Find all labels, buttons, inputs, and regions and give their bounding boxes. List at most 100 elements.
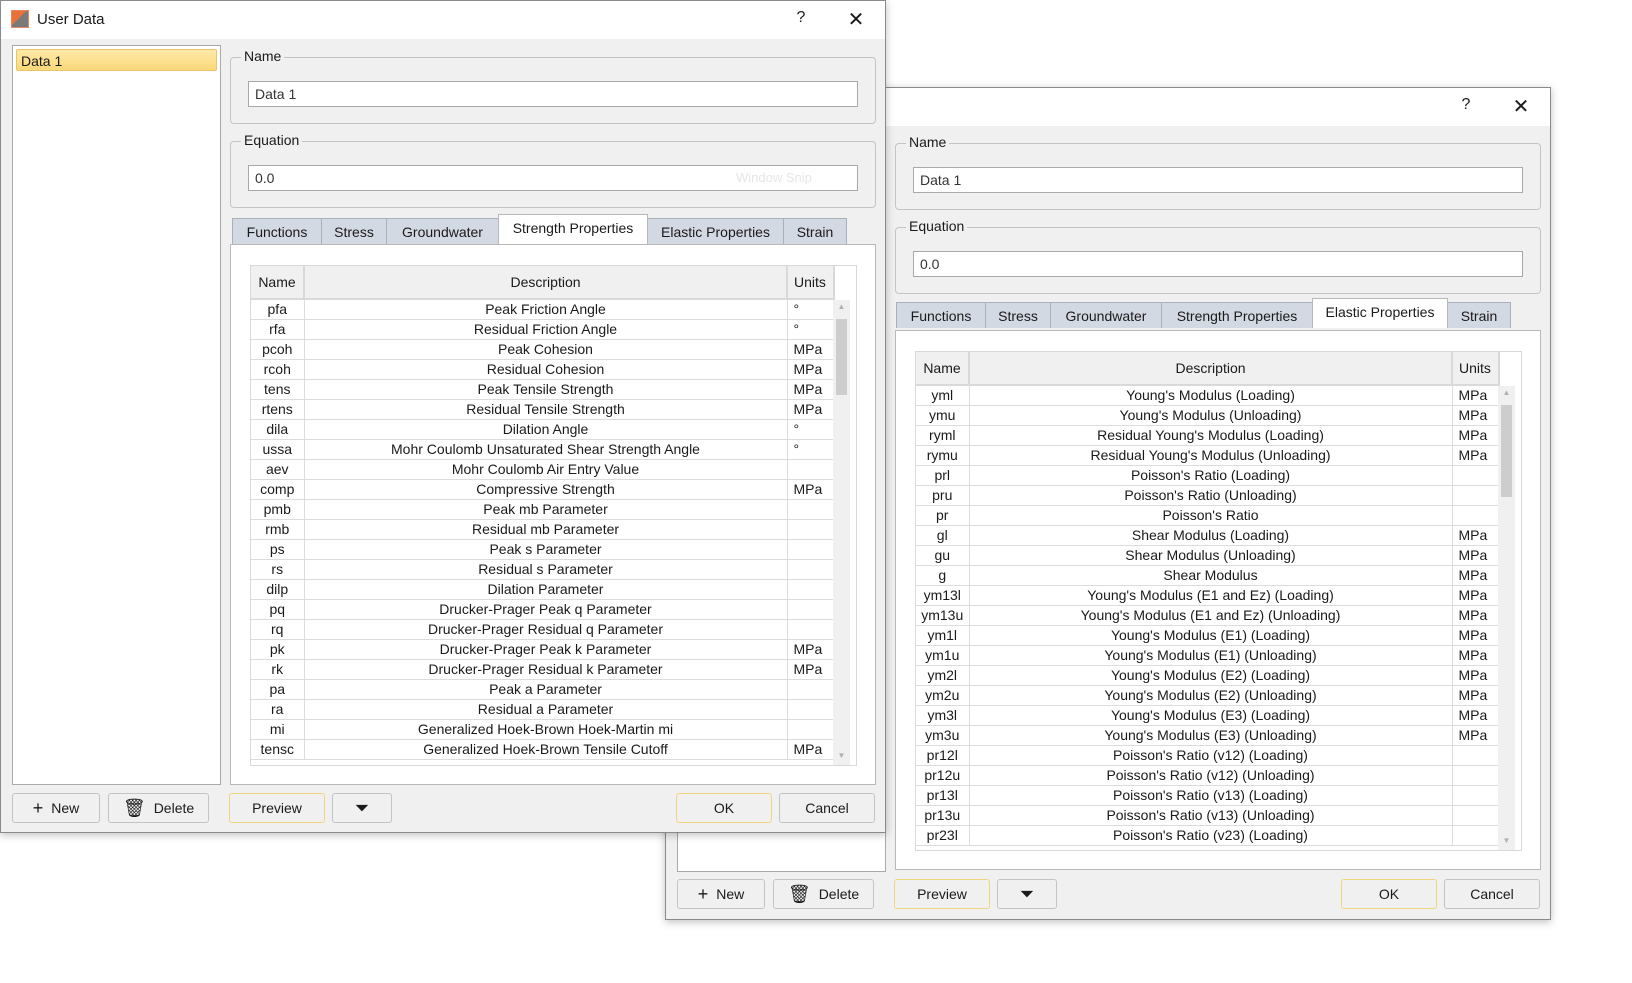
- table-row[interactable]: rfa Residual Friction Angle °: [251, 319, 835, 340]
- table-row[interactable]: rcoh Residual Cohesion MPa: [251, 359, 835, 380]
- table-row[interactable]: pr12u Poisson's Ratio (v12) (Unloading): [916, 765, 1500, 786]
- table-row[interactable]: ym3u Young's Modulus (E3) (Unloading) MPa: [916, 725, 1500, 746]
- vertical-scrollbar[interactable]: ▲ ▼: [833, 300, 850, 765]
- close-button[interactable]: ✕: [1507, 94, 1535, 119]
- table-row[interactable]: ym1l Young's Modulus (E1) (Loading) MPa: [916, 625, 1500, 646]
- delete-button[interactable]: 🗑 Delete: [773, 879, 874, 909]
- scroll-down-arrow-icon[interactable]: ▼: [1498, 836, 1515, 850]
- tab-functions[interactable]: Functions: [232, 218, 322, 244]
- table-row[interactable]: ps Peak s Parameter: [251, 539, 835, 560]
- preview-button[interactable]: Preview: [894, 879, 990, 909]
- table-row[interactable]: gl Shear Modulus (Loading) MPa: [916, 525, 1500, 546]
- column-header-description[interactable]: Description: [969, 352, 1453, 386]
- vertical-scrollbar[interactable]: ▲ ▼: [1498, 386, 1515, 850]
- filter-button[interactable]: ⏷: [997, 879, 1057, 909]
- tab-groundwater[interactable]: Groundwater: [386, 218, 499, 244]
- scroll-thumb[interactable]: [1501, 405, 1512, 497]
- cell-description: Drucker-Prager Residual k Parameter: [304, 659, 788, 680]
- close-button[interactable]: ✕: [842, 7, 870, 32]
- scroll-thumb[interactable]: [836, 319, 847, 395]
- ok-button[interactable]: OK: [676, 793, 772, 823]
- column-header-units[interactable]: Units: [1452, 352, 1500, 386]
- table-row[interactable]: dilp Dilation Parameter: [251, 579, 835, 600]
- table-row[interactable]: g Shear Modulus MPa: [916, 565, 1500, 586]
- table-row[interactable]: rmb Residual mb Parameter: [251, 519, 835, 540]
- table-row[interactable]: ra Residual a Parameter: [251, 699, 835, 720]
- table-row[interactable]: rq Drucker-Prager Residual q Parameter: [251, 619, 835, 640]
- table-row[interactable]: yml Young's Modulus (Loading) MPa: [916, 385, 1500, 406]
- table-row[interactable]: rk Drucker-Prager Residual k Parameter MPa: [251, 659, 835, 680]
- table-row[interactable]: ussa Mohr Coulomb Unsaturated Shear Stren…: [251, 439, 835, 460]
- table-row[interactable]: gu Shear Modulus (Unloading) MPa: [916, 545, 1500, 566]
- tab-elastic-properties[interactable]: Elastic Properties: [1312, 298, 1448, 328]
- scroll-down-arrow-icon[interactable]: ▼: [833, 751, 850, 765]
- help-button[interactable]: ?: [1454, 96, 1478, 114]
- column-header-name[interactable]: Name: [916, 352, 970, 386]
- table-row[interactable]: aev Mohr Coulomb Air Entry Value: [251, 459, 835, 480]
- tab-strength-properties[interactable]: Strength Properties: [498, 214, 648, 244]
- new-button[interactable]: + New: [12, 793, 100, 823]
- table-row[interactable]: pr13l Poisson's Ratio (v13) (Loading): [916, 785, 1500, 806]
- column-header-description[interactable]: Description: [304, 266, 788, 300]
- table-row[interactable]: pr23l Poisson's Ratio (v23) (Loading): [916, 825, 1500, 846]
- equation-input[interactable]: 0.0: [913, 251, 1523, 277]
- tab-groundwater[interactable]: Groundwater: [1050, 302, 1162, 328]
- table-row[interactable]: tens Peak Tensile Strength MPa: [251, 379, 835, 400]
- plus-icon: +: [697, 884, 709, 904]
- table-row[interactable]: pfa Peak Friction Angle °: [251, 299, 835, 320]
- cell-name: rk: [251, 659, 305, 680]
- scroll-up-arrow-icon[interactable]: ▲: [1498, 388, 1515, 402]
- table-row[interactable]: pq Drucker-Prager Peak q Parameter: [251, 599, 835, 620]
- table-row[interactable]: ym13u Young's Modulus (E1 and Ez) (Unload…: [916, 605, 1500, 626]
- table-row[interactable]: tensc Generalized Hoek-Brown Tensile Cuto…: [251, 739, 835, 760]
- preview-button[interactable]: Preview: [229, 793, 325, 823]
- tab-strength-properties[interactable]: Strength Properties: [1161, 302, 1313, 328]
- table-row[interactable]: dila Dilation Angle °: [251, 419, 835, 440]
- table-row[interactable]: pcoh Peak Cohesion MPa: [251, 339, 835, 360]
- table-row[interactable]: rtens Residual Tensile Strength MPa: [251, 399, 835, 420]
- cancel-button[interactable]: Cancel: [1444, 879, 1540, 909]
- table-row[interactable]: pr12l Poisson's Ratio (v12) (Loading): [916, 745, 1500, 766]
- table-row[interactable]: ym1u Young's Modulus (E1) (Unloading) MPa: [916, 645, 1500, 666]
- table-row[interactable]: pa Peak a Parameter: [251, 679, 835, 700]
- help-button[interactable]: ?: [789, 9, 813, 27]
- tab-functions[interactable]: Functions: [896, 302, 986, 328]
- column-header-units[interactable]: Units: [787, 266, 835, 300]
- tab-elastic-properties[interactable]: Elastic Properties: [647, 218, 784, 244]
- table-row[interactable]: ym2l Young's Modulus (E2) (Loading) MPa: [916, 665, 1500, 686]
- filter-button[interactable]: ⏷: [332, 793, 392, 823]
- table-row[interactable]: ym13l Young's Modulus (E1 and Ez) (Loadin…: [916, 585, 1500, 606]
- trash-icon: 🗑: [122, 798, 146, 818]
- name-label: Name: [906, 134, 950, 150]
- table-row[interactable]: rs Residual s Parameter: [251, 559, 835, 580]
- table-row[interactable]: pr13u Poisson's Ratio (v13) (Unloading): [916, 805, 1500, 826]
- tab-strain[interactable]: Strain: [1447, 302, 1511, 328]
- tab-strain[interactable]: Strain: [783, 218, 847, 244]
- table-row[interactable]: pmb Peak mb Parameter: [251, 499, 835, 520]
- table-row[interactable]: pru Poisson's Ratio (Unloading): [916, 485, 1500, 506]
- table-row[interactable]: ym3l Young's Modulus (E3) (Loading) MPa: [916, 705, 1500, 726]
- table-row[interactable]: ryml Residual Young's Modulus (Loading) MP…: [916, 425, 1500, 446]
- name-input[interactable]: Data 1: [913, 167, 1523, 193]
- cancel-button[interactable]: Cancel: [779, 793, 875, 823]
- table-row[interactable]: pr Poisson's Ratio: [916, 505, 1500, 526]
- scroll-up-arrow-icon[interactable]: ▲: [833, 302, 850, 316]
- list-item-data-1[interactable]: Data 1: [16, 49, 217, 71]
- column-header-name[interactable]: Name: [251, 266, 305, 300]
- new-button[interactable]: + New: [677, 879, 765, 909]
- table-row[interactable]: ym2u Young's Modulus (E2) (Unloading) MPa: [916, 685, 1500, 706]
- table-row[interactable]: rymu Residual Young's Modulus (Unloading)…: [916, 445, 1500, 466]
- table-row[interactable]: pk Drucker-Prager Peak k Parameter MPa: [251, 639, 835, 660]
- cell-name: yml: [916, 385, 970, 406]
- table-row[interactable]: comp Compressive Strength MPa: [251, 479, 835, 500]
- tab-stress[interactable]: Stress: [985, 302, 1051, 328]
- cell-name: ussa: [251, 439, 305, 460]
- ok-button[interactable]: OK: [1341, 879, 1437, 909]
- table-row[interactable]: ymu Young's Modulus (Unloading) MPa: [916, 405, 1500, 426]
- equation-input[interactable]: 0.0 Window Snip: [248, 165, 858, 191]
- tab-stress[interactable]: Stress: [321, 218, 387, 244]
- table-row[interactable]: mi Generalized Hoek-Brown Hoek-Martin mi: [251, 719, 835, 740]
- name-input[interactable]: Data 1: [248, 81, 858, 107]
- delete-button[interactable]: 🗑 Delete: [108, 793, 209, 823]
- table-row[interactable]: prl Poisson's Ratio (Loading): [916, 465, 1500, 486]
